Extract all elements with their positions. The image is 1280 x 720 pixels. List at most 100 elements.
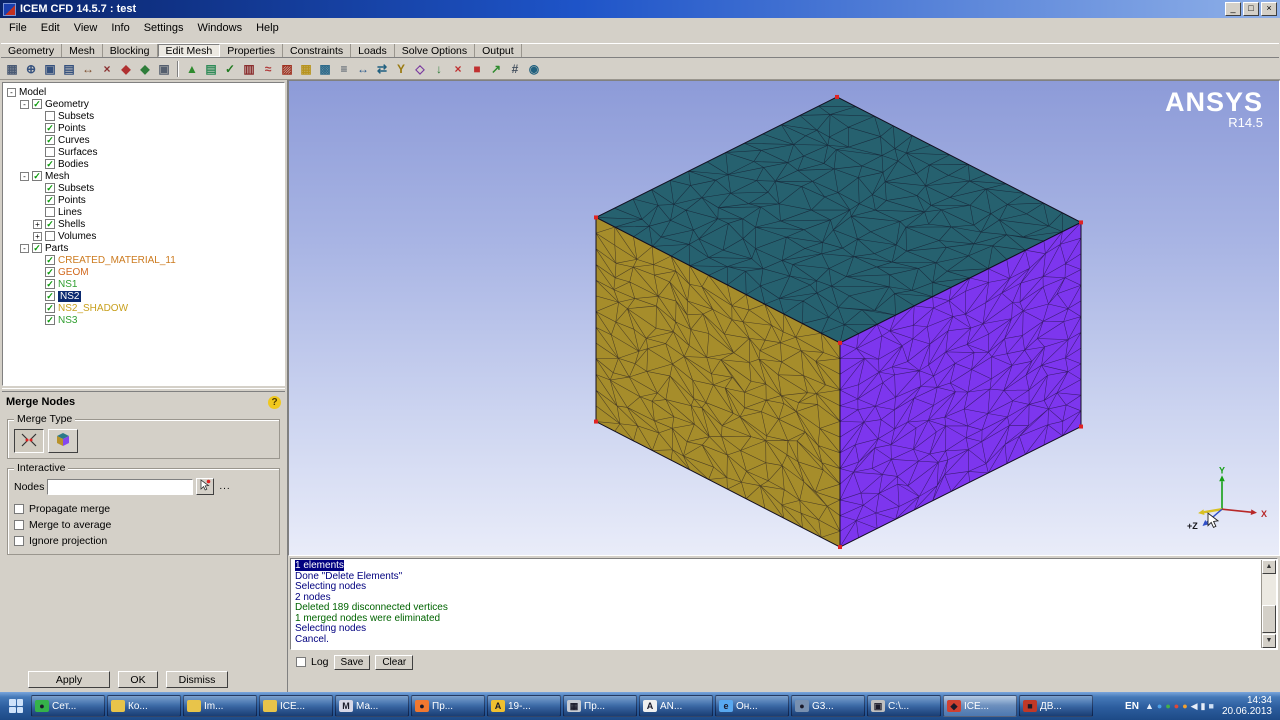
fit-window-icon[interactable]: ▤ xyxy=(60,60,78,78)
tree-item-mesh[interactable]: -✓Mesh xyxy=(5,170,284,182)
tree-item-surfaces[interactable]: Surfaces xyxy=(5,146,284,158)
screenshot-icon[interactable]: ▣ xyxy=(155,60,173,78)
menu-settings[interactable]: Settings xyxy=(137,20,191,36)
extrude-mesh-icon[interactable]: ▤ xyxy=(202,60,220,78)
menu-file[interactable]: File xyxy=(2,20,34,36)
log-checkbox[interactable] xyxy=(296,657,306,667)
viewport-3d[interactable]: YX+Z ANSYS R14.5 xyxy=(288,80,1280,556)
more-options-button[interactable]: ... xyxy=(217,481,232,492)
taskbar-button-item[interactable]: ●Пр... xyxy=(411,695,485,717)
tab-constraints[interactable]: Constraints xyxy=(283,44,351,57)
tree-checkbox[interactable] xyxy=(45,207,55,217)
log-line[interactable]: Selecting nodes xyxy=(295,624,1257,635)
taskbar-button-item[interactable]: ■ДВ... xyxy=(1019,695,1093,717)
collapse-icon[interactable]: - xyxy=(20,100,29,109)
tree-checkbox[interactable]: ✓ xyxy=(32,171,42,181)
menu-view[interactable]: View xyxy=(67,20,105,36)
coarsen-mesh-icon[interactable]: ▦ xyxy=(297,60,315,78)
checkbox-propagate-merge[interactable] xyxy=(14,504,24,514)
tray-app-red-icon[interactable]: ● xyxy=(1174,701,1179,711)
create-elements-icon[interactable]: ▲ xyxy=(183,60,201,78)
volume-icon[interactable]: ◀ xyxy=(1191,701,1198,711)
minimize-button[interactable]: _ xyxy=(1225,2,1241,16)
taskbar-button-ice[interactable]: ◆ICE... xyxy=(943,695,1017,717)
tree-item-subsets[interactable]: Subsets xyxy=(5,110,284,122)
collapse-icon[interactable]: - xyxy=(7,88,16,97)
tab-blocking[interactable]: Blocking xyxy=(103,44,158,57)
tree-checkbox[interactable] xyxy=(45,147,55,157)
move-nodes-icon[interactable]: ↔ xyxy=(354,60,372,78)
language-indicator[interactable]: EN xyxy=(1123,701,1141,712)
show-hidden-icons[interactable]: ▲ xyxy=(1145,701,1154,711)
taskbar-button-g3[interactable]: ●G3... xyxy=(791,695,865,717)
tree-checkbox[interactable]: ✓ xyxy=(45,315,55,325)
expand-icon[interactable]: + xyxy=(33,220,42,229)
split-edge-icon[interactable]: Y xyxy=(392,60,410,78)
project-nodes-icon[interactable]: ↓ xyxy=(430,60,448,78)
menu-help[interactable]: Help xyxy=(249,20,286,36)
tab-mesh[interactable]: Mesh xyxy=(62,44,103,57)
taskbar-button-item[interactable]: ●Сет... xyxy=(31,695,105,717)
tree-checkbox[interactable]: ✓ xyxy=(45,303,55,313)
log-line[interactable]: Done "Delete Elements" xyxy=(295,572,1257,583)
merge-volumes-type-button[interactable] xyxy=(48,429,78,453)
tree-item-volumes[interactable]: +Volumes xyxy=(5,230,284,242)
help-icon[interactable]: ? xyxy=(268,396,281,409)
checkbox-ignore-projection[interactable] xyxy=(14,536,24,546)
save-log-button[interactable]: Save xyxy=(334,655,371,670)
tree-checkbox[interactable]: ✓ xyxy=(45,159,55,169)
collapse-icon[interactable]: - xyxy=(20,244,29,253)
tree-item-subsets[interactable]: ✓Subsets xyxy=(5,182,284,194)
tab-properties[interactable]: Properties xyxy=(220,44,283,57)
scroll-down-icon[interactable]: ▼ xyxy=(1262,634,1276,648)
menu-edit[interactable]: Edit xyxy=(34,20,67,36)
tree-item-ns2[interactable]: ✓NS2 xyxy=(5,290,284,302)
tree-item-created-material-11[interactable]: ✓CREATED_MATERIAL_11 xyxy=(5,254,284,266)
ok-button[interactable]: OK xyxy=(118,671,158,688)
isometric-view-icon[interactable]: ◆ xyxy=(117,60,135,78)
taskbar-button-an[interactable]: AAN... xyxy=(639,695,713,717)
tree-checkbox[interactable]: ✓ xyxy=(45,279,55,289)
tree-item-points[interactable]: ✓Points xyxy=(5,122,284,134)
refine-mesh-icon[interactable]: ▩ xyxy=(316,60,334,78)
antivirus-shield-icon[interactable]: ● xyxy=(1165,701,1170,711)
taskbar-button-item[interactable]: MМа... xyxy=(335,695,409,717)
apply-button[interactable]: Apply xyxy=(28,671,110,688)
menu-windows[interactable]: Windows xyxy=(190,20,249,36)
log-scrollbar[interactable]: ▲ ▼ xyxy=(1261,560,1276,648)
tree-checkbox[interactable] xyxy=(45,111,55,121)
display-quality-icon[interactable]: ▥ xyxy=(240,60,258,78)
tree-item-geom[interactable]: ✓GEOM xyxy=(5,266,284,278)
merge-nodes-type-button[interactable] xyxy=(14,429,44,453)
display-grid-icon[interactable]: ▦ xyxy=(3,60,21,78)
tree-checkbox[interactable]: ✓ xyxy=(45,123,55,133)
menu-info[interactable]: Info xyxy=(104,20,136,36)
delete-elements-icon[interactable]: ■ xyxy=(468,60,486,78)
tree-item-geometry[interactable]: -✓Geometry xyxy=(5,98,284,110)
tray-app-orange-icon[interactable]: ● xyxy=(1182,701,1187,711)
tree-checkbox[interactable]: ✓ xyxy=(32,99,42,109)
tree-checkbox[interactable]: ✓ xyxy=(45,183,55,193)
taskbar-button-19[interactable]: A19-... xyxy=(487,695,561,717)
mesh-info-icon[interactable]: ◉ xyxy=(525,60,543,78)
checkbox-merge-to-average[interactable] xyxy=(14,520,24,530)
transform-mesh-icon[interactable]: ↗ xyxy=(487,60,505,78)
tree-item-ns3[interactable]: ✓NS3 xyxy=(5,314,284,326)
select-nodes-button[interactable] xyxy=(196,478,214,495)
adjust-density-icon[interactable]: ≡ xyxy=(335,60,353,78)
tab-edit-mesh[interactable]: Edit Mesh xyxy=(158,44,221,57)
local-coords-icon[interactable]: × xyxy=(98,60,116,78)
network-icon[interactable]: ▮ xyxy=(1201,701,1206,711)
taskbar-button-item[interactable]: Ко... xyxy=(107,695,181,717)
taskbar-button-im[interactable]: Im... xyxy=(183,695,257,717)
tree-item-curves[interactable]: ✓Curves xyxy=(5,134,284,146)
tab-solve-options[interactable]: Solve Options xyxy=(395,44,475,57)
expand-icon[interactable]: + xyxy=(33,232,42,241)
merge-nodes-icon[interactable]: ⇄ xyxy=(373,60,391,78)
log-line[interactable]: Selecting nodes xyxy=(295,582,1257,593)
taskbar-button-c[interactable]: ▣C:\... xyxy=(867,695,941,717)
check-mesh-icon[interactable]: ✓ xyxy=(221,60,239,78)
tree-item-parts[interactable]: -✓Parts xyxy=(5,242,284,254)
zoom-in-icon[interactable]: ⊕ xyxy=(22,60,40,78)
maximize-button[interactable]: □ xyxy=(1243,2,1259,16)
